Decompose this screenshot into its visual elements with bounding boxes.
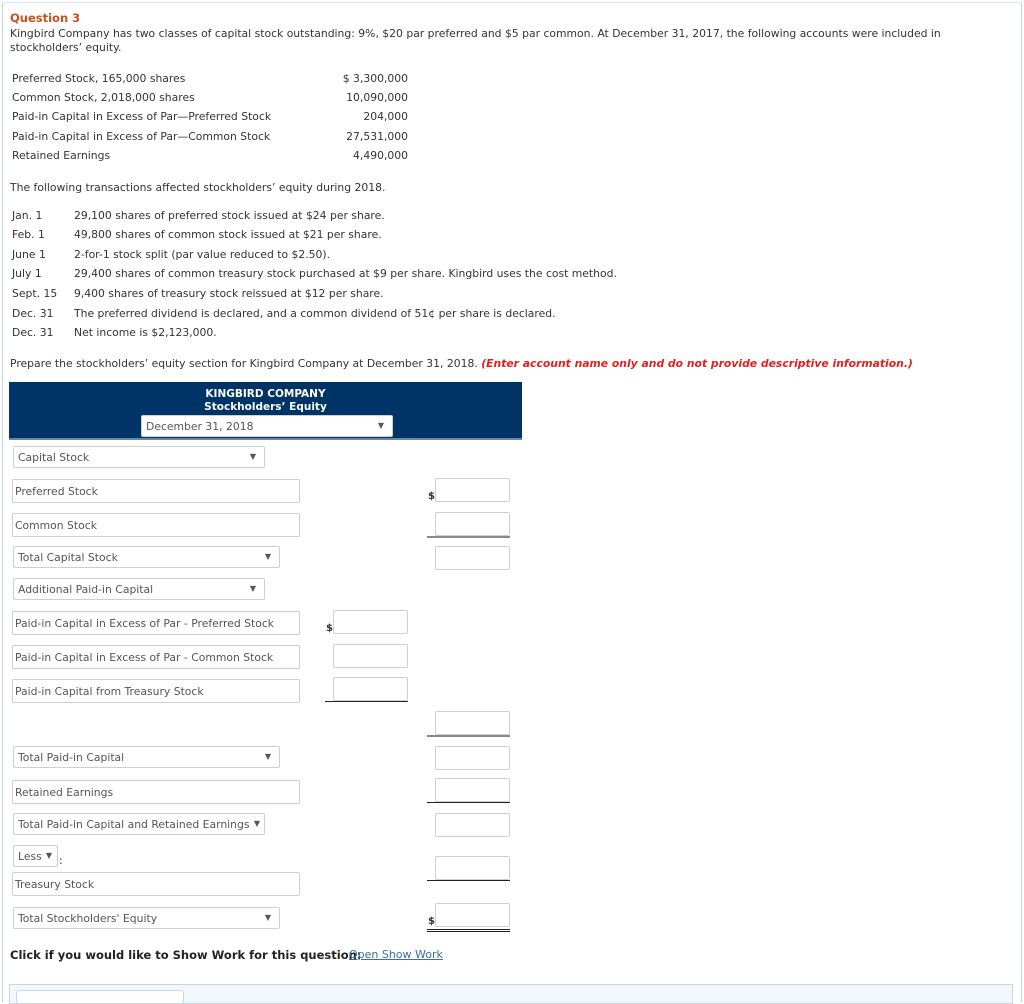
chevron-down-icon: ▼ (264, 552, 271, 561)
select-value: Additional Paid-in Capital (18, 583, 154, 596)
common-stock-amount[interactable] (435, 512, 510, 536)
transaction-desc: 9,400 shares of treasury stock reissued … (74, 287, 384, 300)
underline (427, 880, 510, 881)
instructions-text: Prepare the stockholders’ equity section… (10, 357, 478, 370)
pic-excess-common-input[interactable]: Paid-in Capital in Excess of Par - Commo… (12, 645, 300, 669)
account-value: $ 3,300,000 (342, 72, 408, 85)
transaction-desc: 29,400 shares of common treasury stock p… (74, 267, 617, 280)
pic-excess-common-amount[interactable] (333, 644, 408, 668)
transaction-date: July 1 (12, 267, 42, 280)
instructions: Prepare the stockholders’ equity section… (10, 357, 913, 370)
transaction-date: Sept. 15 (12, 287, 58, 300)
treasury-stock-input[interactable]: Treasury Stock (12, 872, 300, 896)
transaction-desc: Net income is $2,123,000. (74, 326, 217, 339)
chevron-down-icon: ▼ (264, 752, 271, 761)
pic-excess-preferred-input[interactable]: Paid-in Capital in Excess of Par - Prefe… (12, 611, 300, 635)
dollar-sign: $ (326, 623, 333, 634)
treasury-stock-amount[interactable] (435, 856, 510, 880)
show-work-prompt: Click if you would like to Show Work for… (10, 948, 362, 962)
date-select-value: December 31, 2018 (146, 420, 254, 433)
chevron-down-icon: ▼ (45, 851, 52, 860)
dollar-sign: $ (428, 491, 435, 502)
chevron-down-icon: ▼ (253, 819, 260, 828)
total-capital-stock-select[interactable]: Total Capital Stock ▼ (13, 546, 280, 568)
chevron-down-icon: ▼ (377, 421, 384, 430)
instructions-note: (Enter account name only and do not prov… (481, 357, 913, 370)
question-title: Question 3 (10, 11, 81, 25)
statement-title: Stockholders’ Equity (204, 401, 327, 413)
pic-treasury-input[interactable]: Paid-in Capital from Treasury Stock (12, 679, 300, 703)
less-colon: : (59, 854, 63, 867)
transaction-date: Dec. 31 (12, 307, 54, 320)
select-value: Total Paid-in Capital and Retained Earni… (18, 818, 250, 831)
total-capital-stock-amount[interactable] (435, 546, 510, 570)
date-select[interactable]: December 31, 2018 ▼ (141, 415, 393, 437)
dollar-sign: $ (428, 916, 435, 927)
chevron-down-icon: ▼ (249, 452, 256, 461)
total-se-select[interactable]: Total Stockholders' Equity ▼ (13, 907, 280, 929)
account-label: Common Stock, 2,018,000 shares (12, 91, 195, 104)
pic-treasury-amount[interactable] (333, 677, 408, 701)
total-se-amount[interactable] (435, 903, 510, 927)
transaction-date: Feb. 1 (12, 228, 45, 241)
retained-earnings-input[interactable]: Retained Earnings (12, 780, 300, 804)
total-pic-amount[interactable] (435, 746, 510, 770)
preferred-stock-amount[interactable] (435, 478, 510, 502)
transaction-date: Dec. 31 (12, 326, 54, 339)
account-label: Preferred Stock, 165,000 shares (12, 72, 186, 85)
common-stock-input[interactable]: Common Stock (12, 513, 300, 537)
transaction-desc: 49,800 shares of common stock issued at … (74, 228, 382, 241)
additional-pic-subtotal-amount[interactable] (435, 711, 510, 735)
account-value: 27,531,000 (346, 130, 408, 143)
retained-earnings-amount[interactable] (435, 778, 510, 802)
account-label: Paid-in Capital in Excess of Par—Preferr… (12, 110, 272, 123)
additional-pic-select[interactable]: Additional Paid-in Capital ▼ (13, 578, 265, 600)
preferred-stock-input[interactable]: Preferred Stock (12, 479, 300, 503)
capital-stock-select[interactable]: Capital Stock ▼ (13, 446, 265, 468)
transaction-date: Jan. 1 (12, 209, 43, 222)
account-value: 204,000 (363, 110, 408, 123)
account-label: Retained Earnings (12, 149, 111, 162)
pic-excess-preferred-amount[interactable] (333, 610, 408, 634)
company-name: KINGBIRD COMPANY (205, 388, 326, 400)
bottom-panel-button[interactable] (16, 990, 184, 1004)
transactions-intro: The following transactions affected stoc… (10, 181, 386, 194)
underline (427, 735, 510, 737)
transaction-desc: The preferred dividend is declared, and … (74, 307, 556, 320)
account-value: 4,490,000 (353, 149, 408, 162)
underline (427, 536, 510, 538)
double-underline (427, 929, 510, 932)
select-value: Total Paid-in Capital (18, 751, 125, 764)
select-value: Capital Stock (18, 451, 90, 464)
statement-header: KINGBIRD COMPANY Stockholders’ Equity De… (9, 382, 522, 440)
select-value: Total Capital Stock (18, 551, 118, 564)
select-value: Less (18, 850, 42, 863)
underline (325, 701, 408, 702)
transaction-desc: 2-for-1 stock split (par value reduced t… (74, 248, 331, 261)
transaction-date: June 1 (12, 248, 46, 261)
question-intro: Kingbird Company has two classes of capi… (10, 27, 941, 54)
total-pic-select[interactable]: Total Paid-in Capital ▼ (13, 746, 280, 768)
select-value: Total Stockholders' Equity (18, 912, 158, 925)
total-pic-re-amount[interactable] (435, 813, 510, 837)
total-pic-re-select[interactable]: Total Paid-in Capital and Retained Earni… (13, 813, 265, 835)
chevron-down-icon: ▼ (249, 584, 256, 593)
less-select[interactable]: Less ▼ (13, 845, 58, 867)
account-value: 10,090,000 (346, 91, 408, 104)
open-show-work-link[interactable]: Open Show Work (349, 948, 443, 961)
transaction-desc: 29,100 shares of preferred stock issued … (74, 209, 385, 222)
chevron-down-icon: ▼ (264, 913, 271, 922)
account-label: Paid-in Capital in Excess of Par—Common … (12, 130, 271, 143)
underline (427, 802, 510, 803)
